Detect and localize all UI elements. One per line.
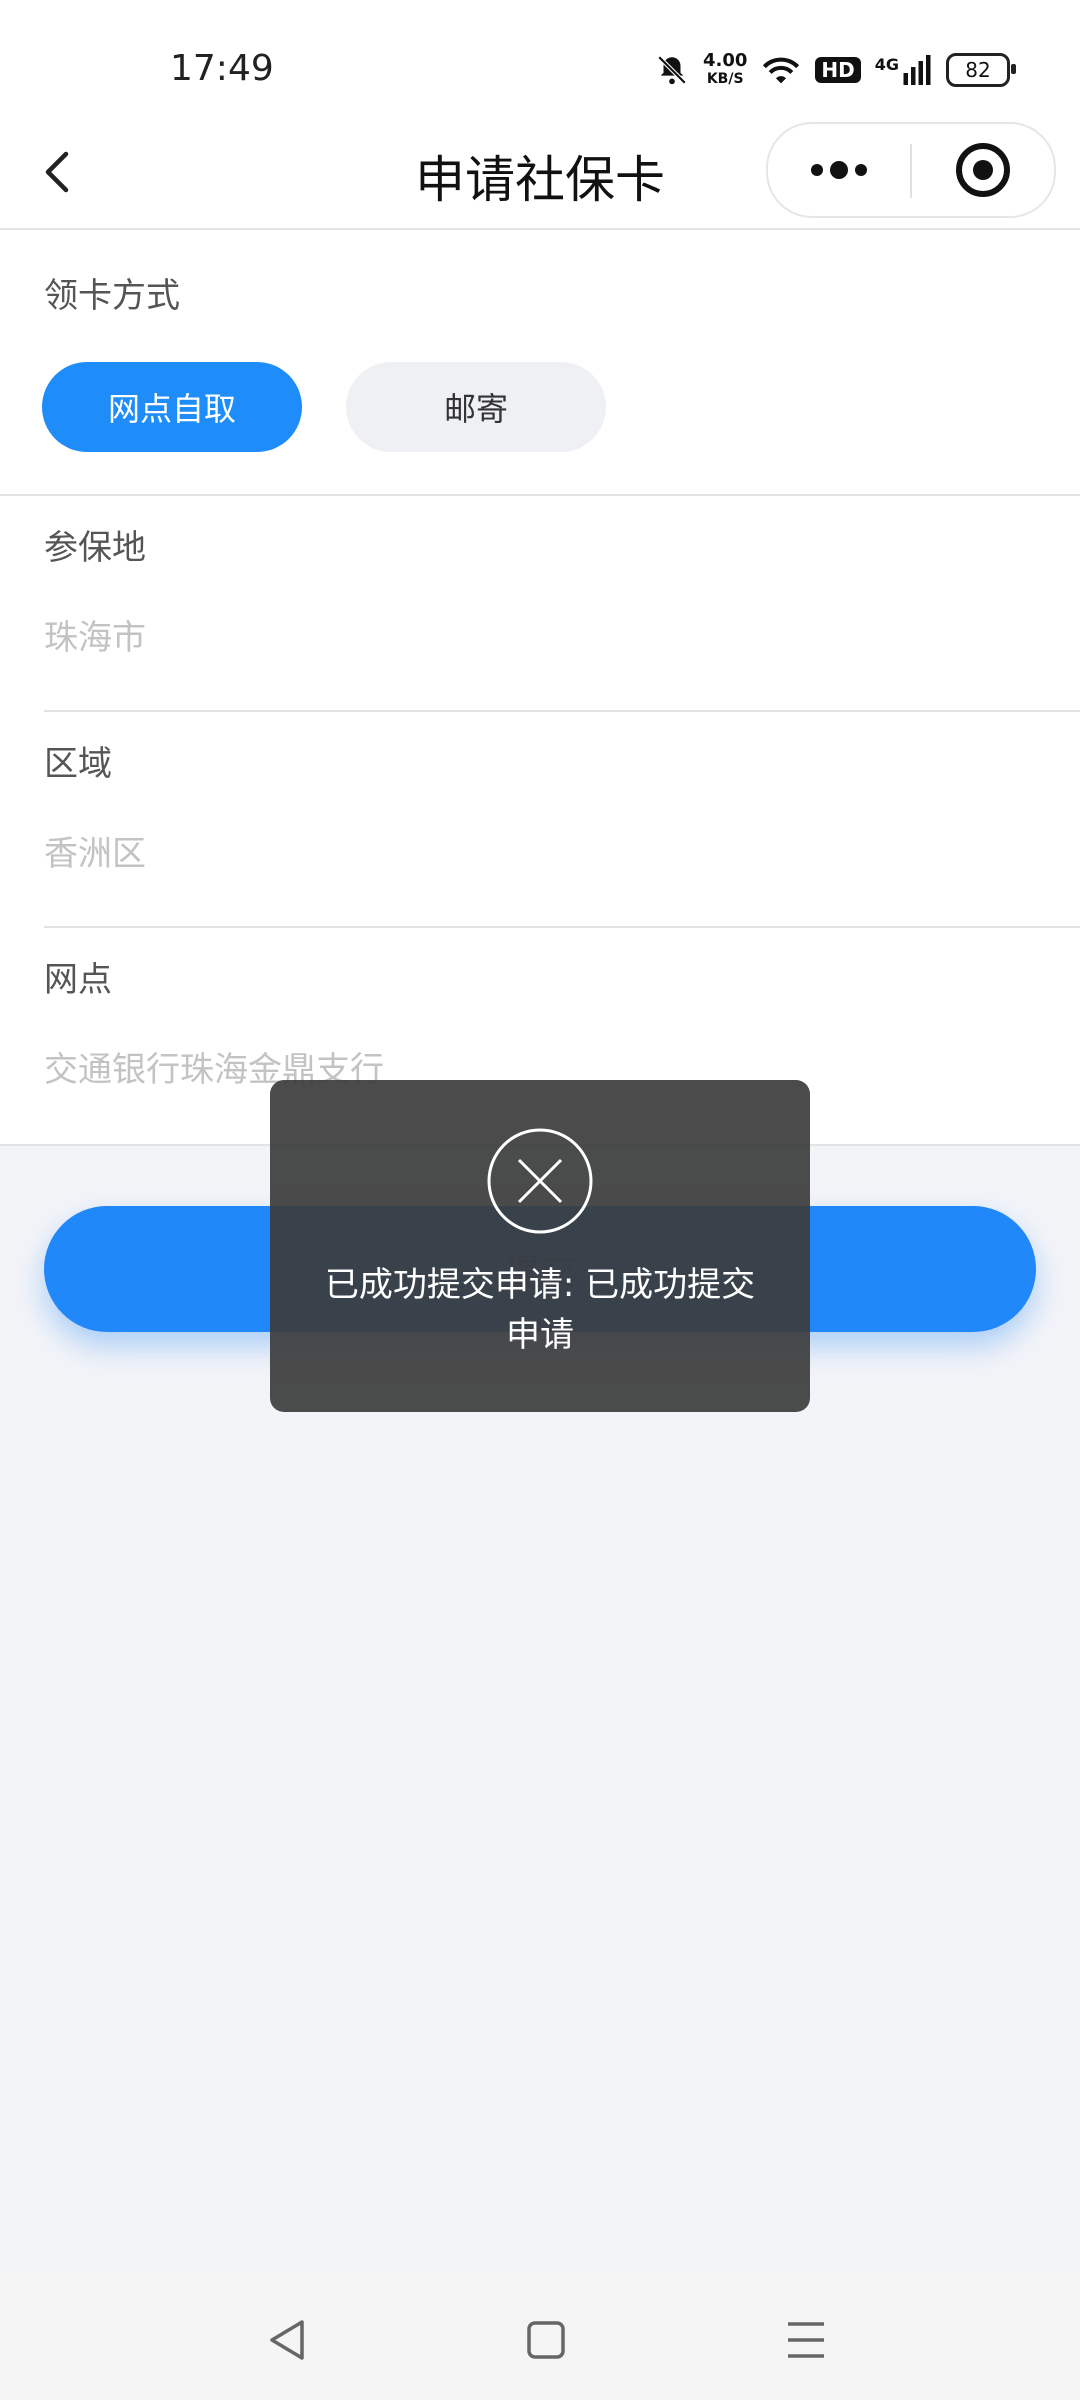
battery-level: 82 bbox=[965, 58, 991, 82]
insured-place-value[interactable]: 珠海市 bbox=[44, 610, 146, 659]
system-back-button[interactable] bbox=[258, 2310, 318, 2370]
system-home-button[interactable] bbox=[516, 2310, 576, 2370]
target-icon bbox=[956, 143, 1010, 197]
nav-bar: 申请社保卡 bbox=[0, 120, 1080, 230]
pickup-option-self[interactable]: 网点自取 bbox=[42, 362, 302, 452]
pickup-method-section: 领卡方式 网点自取 邮寄 bbox=[0, 230, 1080, 494]
branch-label: 网点 bbox=[44, 960, 112, 1000]
network-label: 4G bbox=[874, 55, 899, 74]
region-value[interactable]: 香洲区 bbox=[44, 826, 146, 875]
status-icons: 4.00 KB/S HD 4G 82 bbox=[655, 50, 1016, 90]
battery-icon: 82 bbox=[946, 53, 1016, 87]
more-button[interactable] bbox=[768, 124, 910, 216]
signal-icon bbox=[903, 55, 931, 85]
net-speed-value: 4.00 bbox=[702, 50, 748, 71]
close-miniprogram-button[interactable] bbox=[912, 124, 1054, 216]
toast-message-line2: 申请 bbox=[506, 1315, 574, 1355]
hd-badge: HD bbox=[815, 57, 861, 83]
divider bbox=[44, 710, 1080, 712]
toast-message: 已成功提交申请: 已成功提交 申请 bbox=[310, 1260, 770, 1360]
toast-dialog: 已成功提交申请: 已成功提交 申请 bbox=[270, 1080, 810, 1412]
close-circle-icon bbox=[487, 1128, 593, 1234]
system-menu-button[interactable] bbox=[776, 2310, 836, 2370]
region-label: 区域 bbox=[44, 744, 112, 784]
more-dots-icon bbox=[811, 161, 867, 179]
status-time: 17:49 bbox=[170, 48, 274, 89]
wifi-icon bbox=[763, 57, 800, 84]
net-speed-unit: KB/S bbox=[706, 71, 744, 87]
system-nav-bar bbox=[0, 2270, 1080, 2400]
toast-message-line1: 已成功提交申请: 已成功提交 bbox=[324, 1265, 756, 1305]
net-speed: 4.00 KB/S bbox=[703, 52, 747, 88]
network-type: 4G bbox=[875, 55, 932, 85]
status-bar: 17:49 4.00 KB/S HD 4G 82 bbox=[0, 0, 1080, 120]
triangle-back-icon bbox=[270, 2320, 304, 2360]
insured-place-label: 参保地 bbox=[44, 528, 146, 568]
pickup-option-mail[interactable]: 邮寄 bbox=[346, 362, 606, 452]
form-fields: 参保地 珠海市 区域 香洲区 网点 交通银行珠海金鼎支行 bbox=[0, 496, 1080, 1144]
miniprogram-capsule bbox=[766, 122, 1056, 218]
bell-muted-icon bbox=[657, 55, 687, 85]
pickup-method-label: 领卡方式 bbox=[44, 276, 180, 316]
square-home-icon bbox=[527, 2321, 565, 2359]
menu-lines-icon bbox=[788, 2322, 824, 2358]
divider bbox=[44, 926, 1080, 928]
